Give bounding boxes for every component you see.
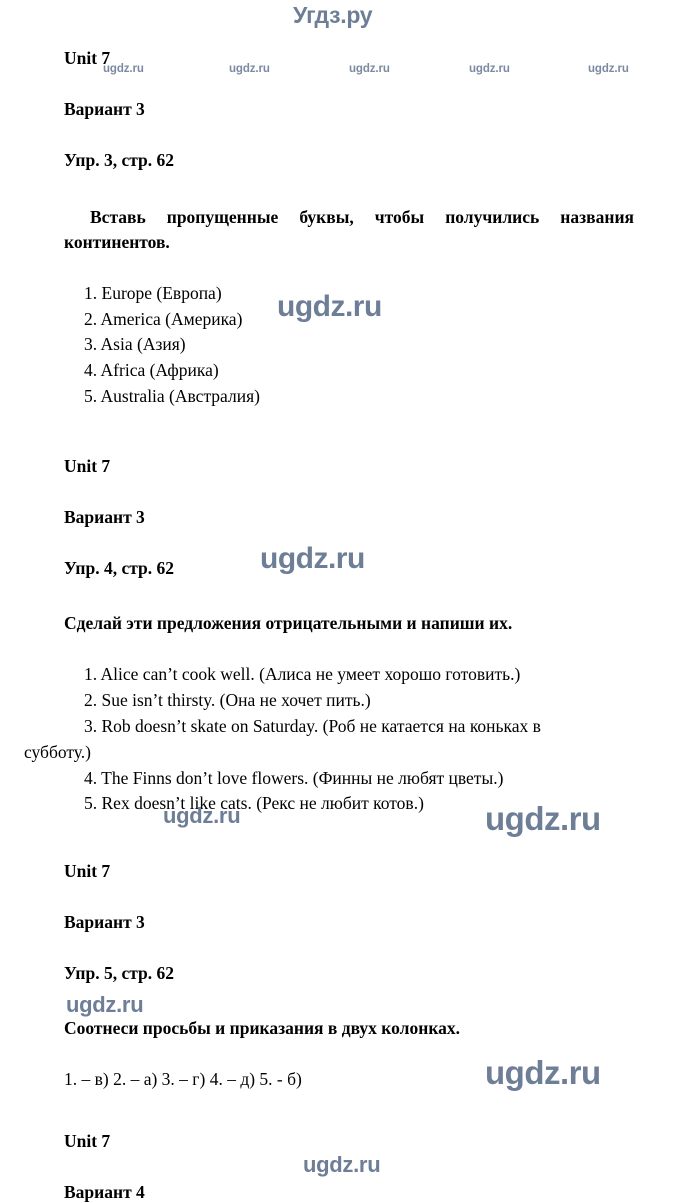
exercise-heading-1: Упр. 3, стр. 62	[64, 150, 175, 170]
answers-list-2: 1. Alice can’t cook well. (Алиса не умее…	[24, 662, 656, 817]
site-logo: Угдз.ру	[293, 2, 373, 28]
variant-heading-2: Вариант 3	[64, 507, 145, 528]
answer-line: 5. Australia (Австралия)	[84, 386, 260, 407]
section-3: Unit 7 Вариант 3 Упр. 5, стр. 62 Соотнес…	[0, 861, 680, 1093]
variant-heading-4: Вариант 4	[64, 1182, 145, 1203]
answer-line-continuation: субботу.)	[24, 741, 92, 762]
variant-heading-3: Вариант 3	[64, 912, 145, 933]
answer-line: 1. Alice can’t cook well. (Алиса не умее…	[84, 663, 521, 684]
answer-line: 1. Europe (Европа)	[84, 282, 222, 303]
answers-list-3: 1. – в) 2. – а) 3. – г) 4. – д) 5. - б)	[64, 1067, 656, 1093]
section-4: Unit 7 Вариант 4	[0, 1131, 680, 1203]
unit-heading-1: Unit 7	[64, 48, 111, 68]
task-text-3: Соотнеси просьбы и приказания в двух кол…	[64, 1018, 461, 1039]
unit-heading-2: Unit 7	[64, 456, 111, 477]
section-1: Unit 7 Вариант 3 Упр. 3, стр. 62 Вставь …	[0, 48, 680, 410]
answer-line: 4. The Finns don’t love flowers. (Финны …	[84, 767, 504, 788]
document-page: Угдз.ру Unit 7 Вариант 3 Упр. 3, стр. 62…	[0, 0, 680, 1202]
section-2: Unit 7 Вариант 3 Упр. 4, стр. 62 Сделай …	[0, 456, 680, 817]
unit-heading-3: Unit 7	[64, 861, 111, 882]
task-text-1: Вставь пропущенные буквы, чтобы получили…	[64, 207, 634, 252]
answer-line: 3. Asia (Азия)	[84, 334, 186, 355]
answer-line: 3. Rob doesn’t skate on Saturday. (Роб н…	[84, 715, 541, 736]
unit-heading-4: Unit 7	[64, 1131, 111, 1152]
answer-line: 4. Africa (Африка)	[84, 360, 219, 381]
task-text-2: Сделай эти предложения отрицательными и …	[64, 613, 513, 634]
answer-line: 2. Sue isn’t thirsty. (Она не хочет пить…	[84, 689, 371, 710]
variant-heading-1: Вариант 3	[64, 99, 145, 119]
answer-line: 5. Rex doesn’t like cats. (Рекс не любит…	[84, 793, 424, 814]
exercise-heading-2: Упр. 4, стр. 62	[64, 558, 175, 579]
document-content: Unit 7 Вариант 3 Упр. 3, стр. 62 Вставь …	[0, 38, 680, 1203]
exercise-heading-3: Упр. 5, стр. 62	[64, 963, 175, 984]
answers-list-1: 1. Europe (Европа) 2. America (Америка) …	[64, 281, 656, 410]
answer-line: 1. – в) 2. – а) 3. – г) 4. – д) 5. - б)	[64, 1069, 302, 1090]
answer-line: 2. America (Америка)	[84, 308, 243, 329]
